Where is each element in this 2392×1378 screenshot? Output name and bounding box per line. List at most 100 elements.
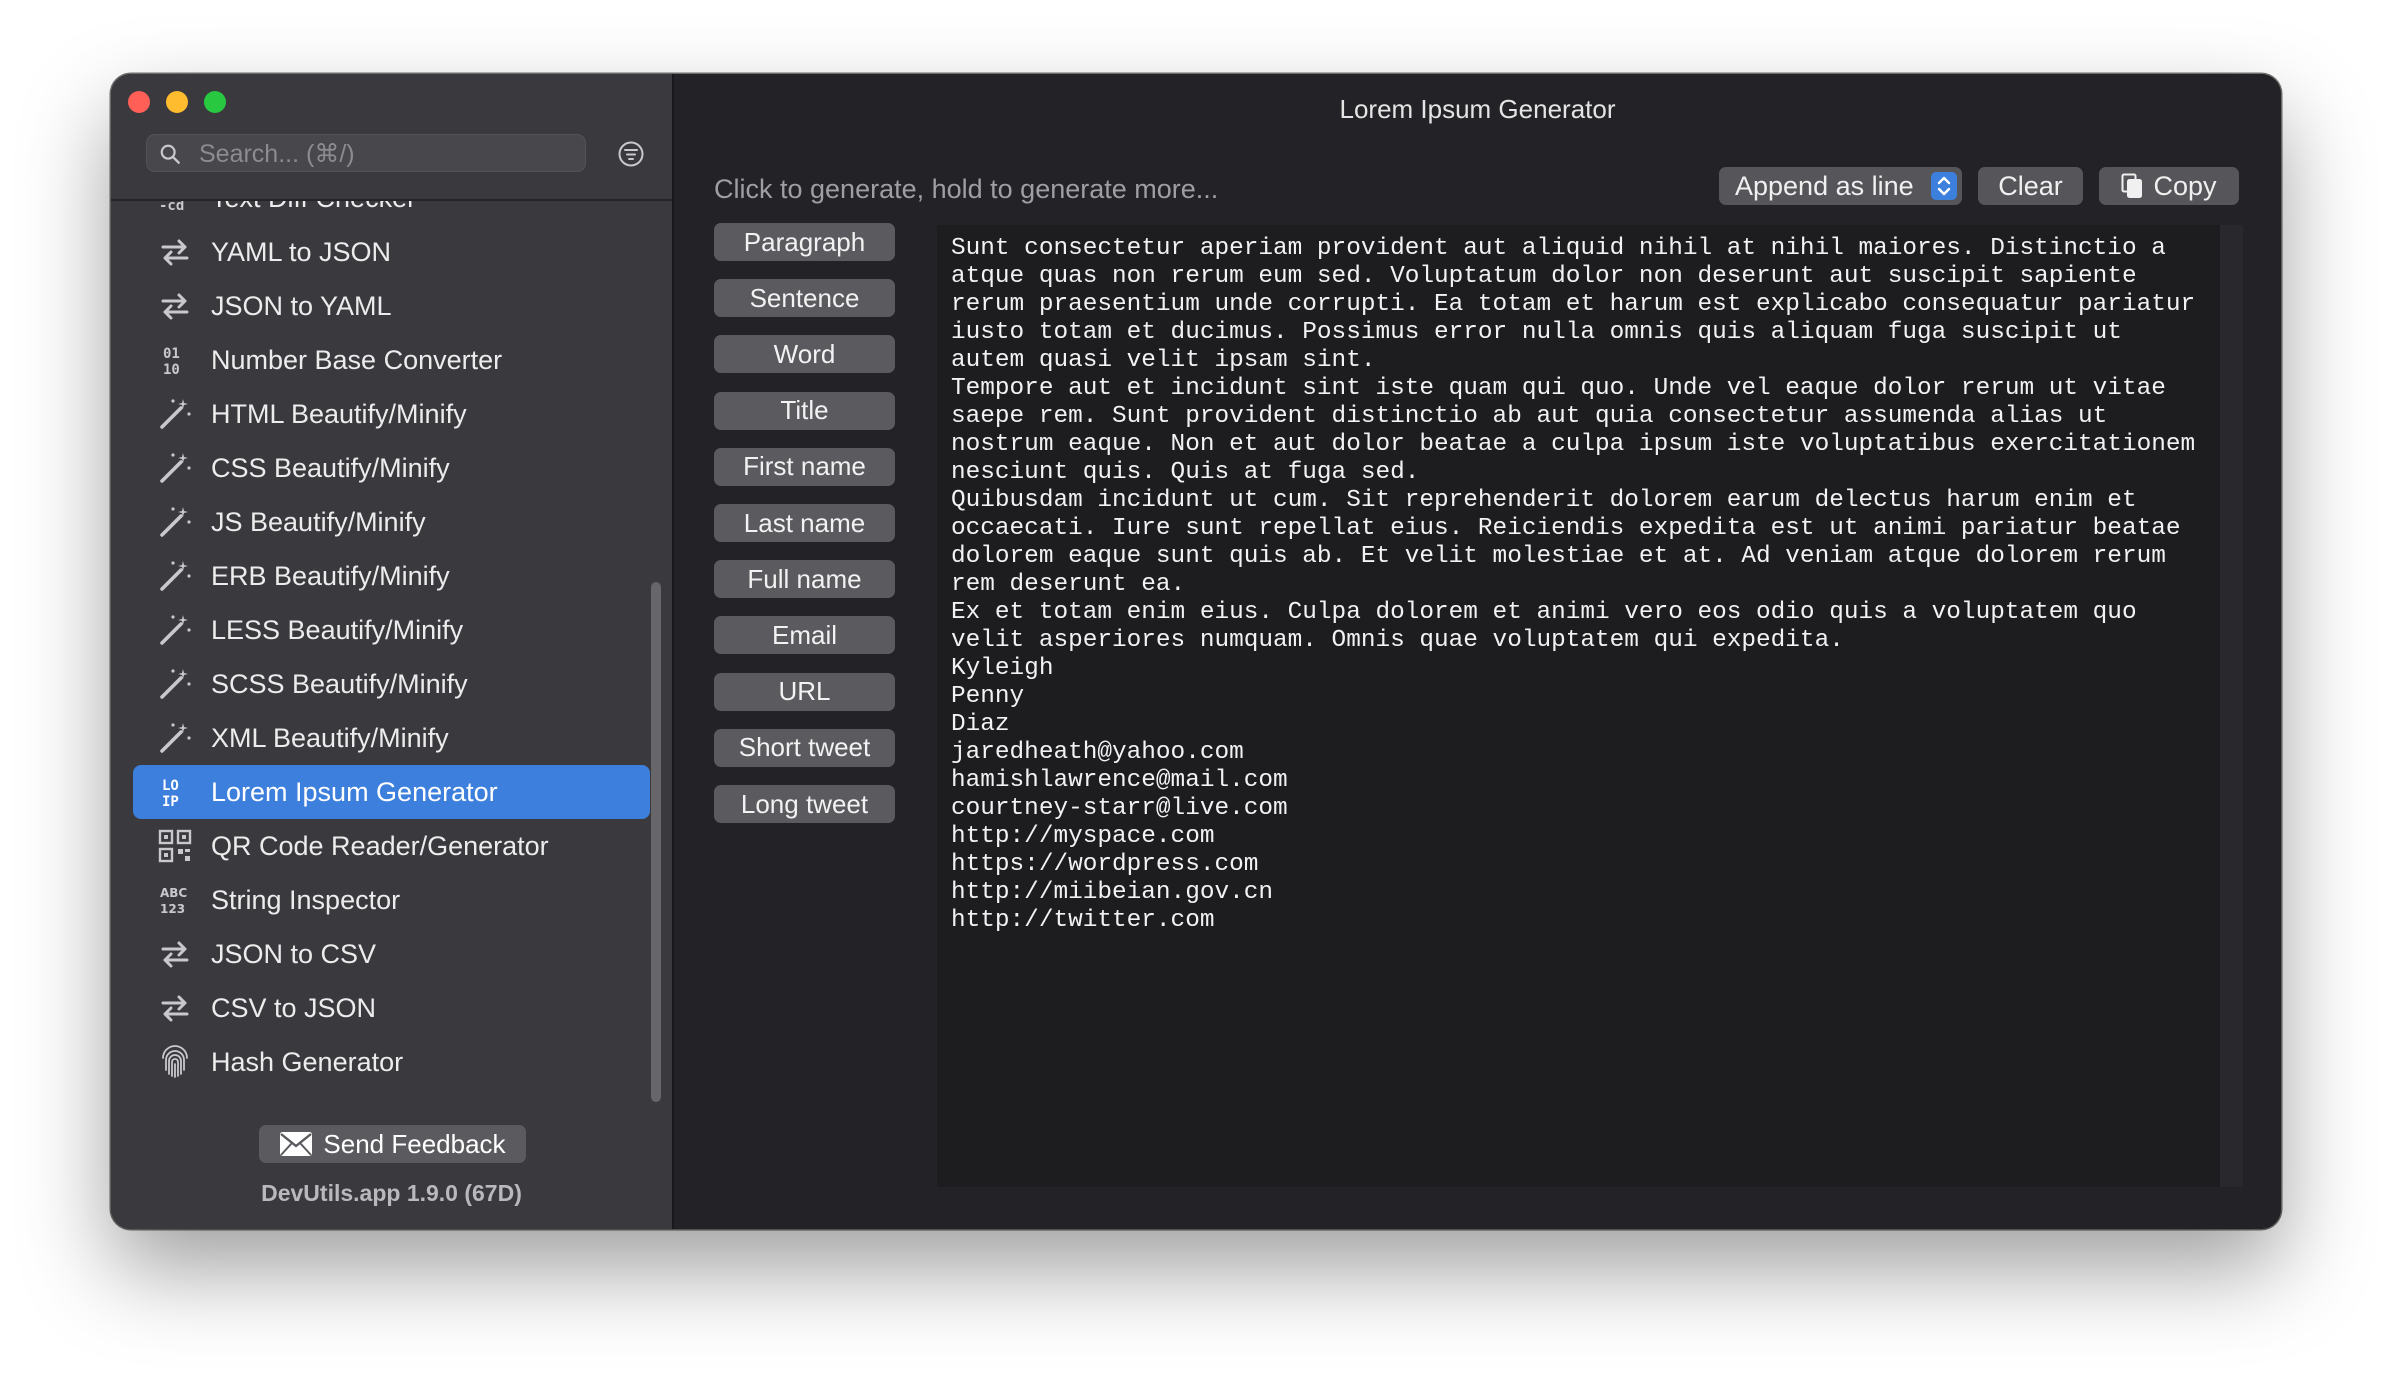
sidebar-item-json-to-csv[interactable]: JSON to CSV (133, 927, 650, 981)
sidebar-item-erb-beautify[interactable]: ERB Beautify/Minify (133, 549, 650, 603)
output-line: velit asperiores numquam. Omnis quae vol… (951, 627, 1844, 654)
magic-wand-icon (157, 720, 193, 756)
magic-wand-icon (157, 666, 193, 702)
app-window: -cd Text Diff Checker YAML to JSON JSON to … (111, 74, 2281, 1229)
output-line: Kyleigh (951, 655, 1054, 682)
output-text-area[interactable]: Sunt consectetur aperiam provident aut a… (937, 225, 2243, 1187)
svg-text:01: 01 (163, 346, 180, 362)
copy-button[interactable]: Copy (2099, 167, 2239, 205)
sidebar-item-label: ERB Beautify/Minify (211, 560, 450, 591)
search-field[interactable] (146, 134, 586, 173)
generate-short-tweet-button[interactable]: Short tweet (714, 728, 895, 767)
generate-url-button[interactable]: URL (714, 672, 895, 711)
maximize-window-button[interactable] (204, 91, 226, 113)
generate-email-button[interactable]: Email (714, 616, 895, 655)
main-panel: Lorem Ipsum Generator Click to generate,… (674, 74, 2281, 1229)
generate-title-button[interactable]: Title (714, 391, 895, 430)
output-line: http://twitter.com (951, 907, 1215, 934)
append-mode-select[interactable]: Append as line (1719, 167, 1962, 205)
sidebar-item-label: LESS Beautify/Minify (211, 614, 464, 645)
sidebar-item-html-beautify[interactable]: HTML Beautify/Minify (133, 387, 650, 441)
output-line: https://wordpress.com (951, 851, 1259, 878)
convert-arrows-icon (157, 288, 193, 324)
output-line: Ex et totam enim eius. Culpa dolorem et … (951, 599, 2137, 626)
sidebar-item-label: CSV to JSON (211, 992, 377, 1023)
sidebar-item-qr-code[interactable]: QR Code Reader/Generator (133, 819, 650, 873)
abc-123-icon: ABC 123 (157, 882, 193, 918)
filter-icon[interactable] (617, 140, 645, 168)
binary-icon: 01 10 (157, 342, 193, 378)
sidebar-item-lorem-ipsum[interactable]: LO IP Lorem Ipsum Generator (133, 765, 650, 819)
sidebar-item-string-inspector[interactable]: ABC 123 String Inspector (133, 873, 650, 927)
sidebar-scrollbar[interactable] (651, 582, 661, 1102)
sidebar-item-text-diff-checker[interactable]: -cd Text Diff Checker (133, 201, 650, 225)
svg-text:ABC: ABC (160, 886, 187, 900)
send-feedback-button[interactable]: Send Feedback (259, 1125, 526, 1163)
convert-arrows-icon (157, 936, 193, 972)
sidebar-item-scss-beautify[interactable]: SCSS Beautify/Minify (133, 657, 650, 711)
clear-button[interactable]: Clear (1978, 167, 2083, 205)
generate-long-tweet-button[interactable]: Long tweet (714, 785, 895, 823)
magic-wand-icon (157, 396, 193, 432)
sidebar-item-label: XML Beautify/Minify (211, 722, 449, 753)
svg-text:LO: LO (162, 778, 179, 794)
magic-wand-icon (157, 450, 193, 486)
output-scroll-track (2220, 225, 2243, 1187)
output-line: nesciunt quis. Quis at fuga sed. (951, 459, 1420, 486)
output-line: atque quas non rerum eum sed. Voluptatum… (951, 263, 2137, 290)
sidebar-item-label: SCSS Beautify/Minify (211, 668, 468, 699)
fingerprint-icon (157, 1044, 193, 1080)
sidebar-item-label: YAML to JSON (211, 236, 392, 267)
search-icon (160, 144, 180, 164)
magic-wand-icon (157, 558, 193, 594)
sidebar-item-label: JSON to CSV (211, 938, 377, 969)
output-line: http://miibeian.gov.cn (951, 879, 1274, 906)
generate-last-name-button[interactable]: Last name (714, 504, 895, 542)
svg-text:10: 10 (163, 362, 180, 378)
output-line: Penny (951, 683, 1025, 710)
output-line: hamishlawrence@mail.com (951, 767, 1288, 794)
sidebar-item-hash-generator[interactable]: Hash Generator (133, 1035, 650, 1089)
output-line: autem quasi velit ipsam sint. (951, 347, 1376, 374)
generate-paragraph-button[interactable]: Paragraph (714, 223, 895, 261)
sidebar-item-less-beautify[interactable]: LESS Beautify/Minify (133, 603, 650, 657)
sidebar-item-json-to-yaml[interactable]: JSON to YAML (133, 279, 650, 333)
output-line: Sunt consectetur aperiam provident aut a… (951, 235, 2166, 262)
svg-text:123: 123 (160, 902, 185, 916)
generate-first-name-button[interactable]: First name (714, 447, 895, 486)
generate-full-name-button[interactable]: Full name (714, 560, 895, 599)
output-line: Quibusdam incidunt ut cum. Sit reprehend… (951, 487, 2137, 514)
output-line: http://myspace.com (951, 823, 1215, 850)
sidebar-item-csv-to-json[interactable]: CSV to JSON (133, 981, 650, 1035)
sidebar-item-xml-beautify[interactable]: XML Beautify/Minify (133, 711, 650, 765)
sidebar-item-css-beautify[interactable]: CSS Beautify/Minify (133, 441, 650, 495)
output-line: saepe rem. Sunt provident distinctio ab … (951, 403, 2108, 430)
output-line: dolorem eaque sunt quis ab. Et velit mol… (951, 543, 2166, 570)
window-title: Lorem Ipsum Generator (1339, 94, 1616, 124)
output-line: iusto totam et ducimus. Possimus error n… (951, 319, 2122, 346)
diff-icon: -cd (157, 201, 193, 216)
app-version: DevUtils.app 1.9.0 (67D) (261, 1180, 522, 1206)
copy-label: Copy (2153, 170, 2217, 201)
tool-list: -cd Text Diff Checker YAML to JSON JSON to … (111, 201, 672, 1189)
sidebar-item-number-base-converter[interactable]: 01 10 Number Base Converter (133, 333, 650, 387)
convert-arrows-icon (157, 990, 193, 1026)
magic-wand-icon (157, 504, 193, 540)
output-line: rem deserunt ea. (951, 571, 1186, 598)
output-line: courtney-starr@live.com (951, 795, 1288, 822)
sidebar-item-label: QR Code Reader/Generator (211, 830, 549, 861)
sidebar: -cd Text Diff Checker YAML to JSON JSON to … (111, 74, 674, 1229)
close-window-button[interactable] (128, 91, 150, 113)
svg-text:IP: IP (162, 794, 179, 810)
generate-sentence-button[interactable]: Sentence (714, 279, 895, 318)
output-line: Diaz (951, 711, 1010, 738)
output-line: rerum praesentium unde corrupti. Ea tota… (951, 291, 2196, 318)
sidebar-item-js-beautify[interactable]: JS Beautify/Minify (133, 495, 650, 549)
search-input[interactable] (197, 135, 571, 173)
output-line: Tempore aut et incidunt sint iste quam q… (951, 375, 2166, 402)
generate-word-button[interactable]: Word (714, 335, 895, 374)
envelope-icon (280, 1132, 313, 1156)
sidebar-item-yaml-to-json[interactable]: YAML to JSON (133, 225, 650, 279)
minimize-window-button[interactable] (166, 91, 188, 113)
lorem-ipsum-icon: LO IP (157, 774, 193, 810)
